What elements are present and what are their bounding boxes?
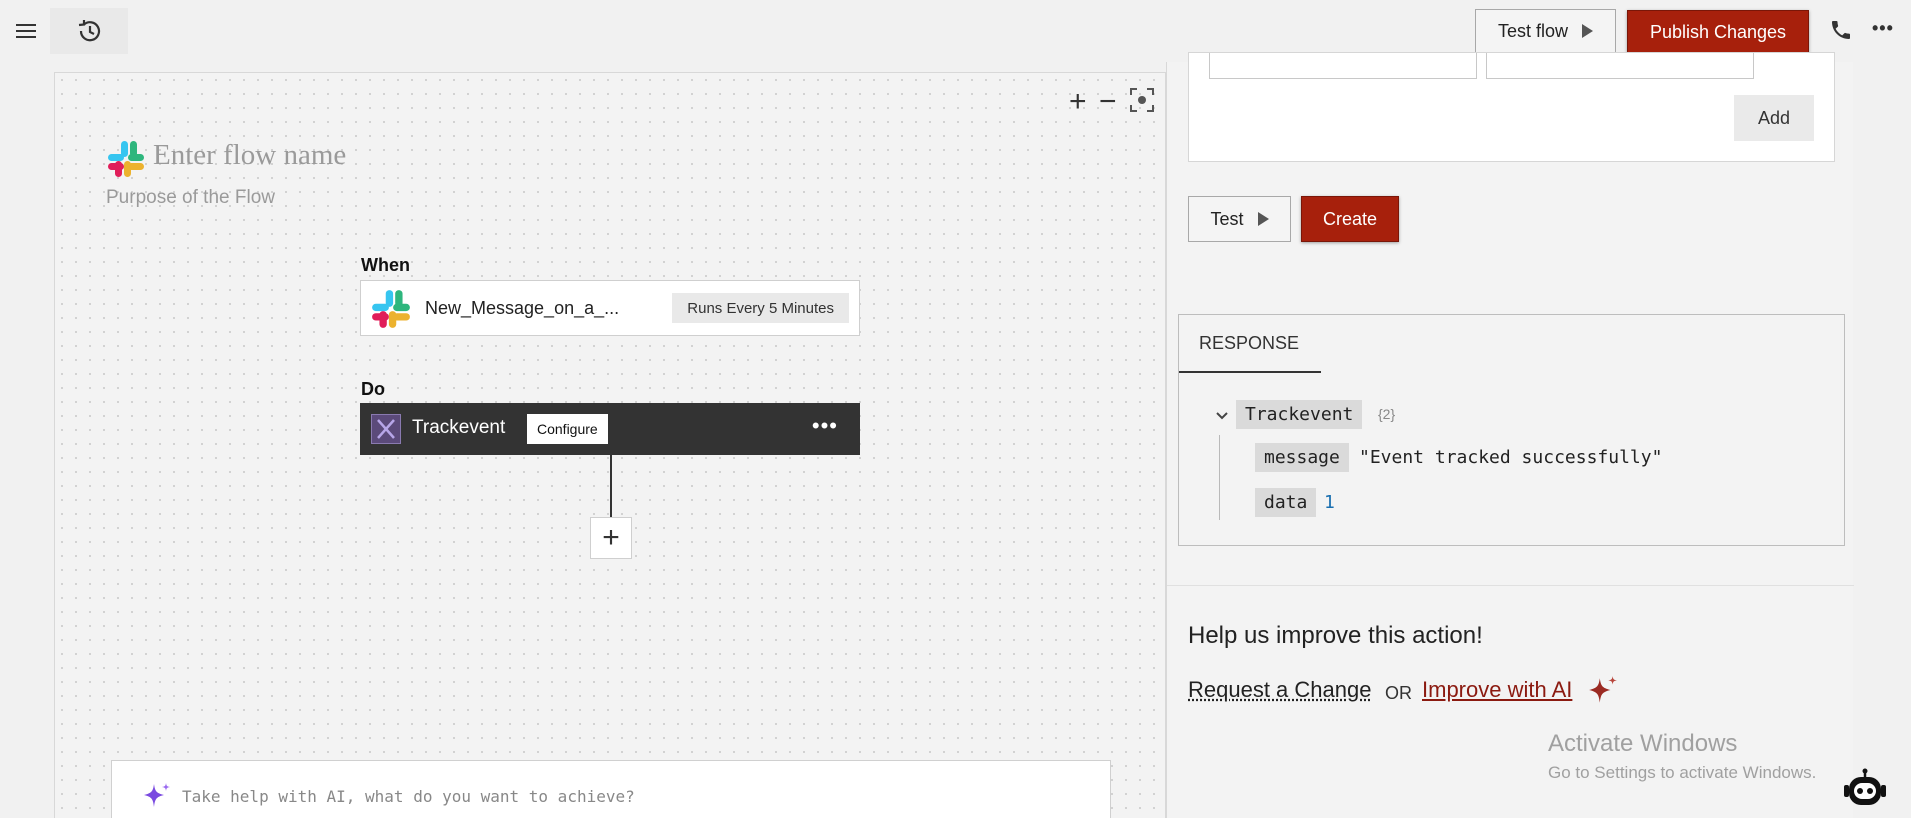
json-key-message: message (1255, 443, 1349, 472)
when-label: When (361, 255, 410, 276)
do-label: Do (361, 379, 385, 400)
trigger-name: New_Message_on_a_... (425, 298, 619, 319)
ai-sparkle-red-icon (1587, 674, 1619, 706)
windows-watermark-subtitle: Go to Settings to activate Windows. (1548, 763, 1816, 783)
more-options-button[interactable]: ••• (1872, 18, 1904, 46)
improve-with-ai-link[interactable]: Improve with AI (1422, 677, 1572, 703)
zoom-in-button[interactable]: + (1069, 87, 1087, 117)
response-panel: RESPONSE Trackevent {2} message "Event t… (1178, 314, 1845, 546)
json-tree-line (1219, 435, 1220, 520)
flow-name-input[interactable]: Enter flow name (153, 139, 346, 172)
create-label: Create (1323, 209, 1377, 230)
app-root: Test flow Publish Changes ••• + − Enter … (0, 0, 1911, 818)
json-root-key: Trackevent (1236, 400, 1362, 429)
add-step-button[interactable]: + (590, 517, 632, 559)
flow-canvas[interactable]: + − Enter flow name Purpose of the Flow … (54, 72, 1166, 818)
action-card[interactable]: Trackevent Configure ••• (360, 403, 860, 455)
schedule-badge: Runs Every 5 Minutes (672, 293, 849, 323)
test-button[interactable]: Test (1188, 196, 1291, 242)
chatbot-button[interactable] (1842, 768, 1888, 808)
json-root-count: {2} (1378, 406, 1395, 422)
help-title: Help us improve this action! (1188, 622, 1483, 650)
zoom-out-button[interactable]: − (1099, 87, 1117, 117)
call-button[interactable] (1829, 18, 1857, 46)
windows-watermark-title: Activate Windows (1548, 730, 1737, 758)
slack-logo-icon (106, 139, 146, 179)
flow-purpose-input[interactable]: Purpose of the Flow (106, 187, 275, 209)
json-key-data: data (1255, 488, 1316, 517)
action-name: Trackevent (412, 417, 505, 439)
trigger-card[interactable]: New_Message_on_a_... Runs Every 5 Minute… (360, 280, 860, 336)
json-value-message: "Event tracked successfully" (1359, 447, 1662, 468)
fit-view-icon (1129, 87, 1155, 113)
history-icon (75, 17, 103, 45)
zoom-in-icon: + (1069, 85, 1087, 118)
create-button[interactable]: Create (1301, 196, 1399, 242)
form-field-value[interactable] (1486, 53, 1754, 79)
play-icon (1258, 212, 1269, 226)
add-button[interactable]: Add (1734, 95, 1814, 141)
ai-sparkle-icon (142, 781, 172, 811)
menu-button[interactable] (10, 12, 42, 50)
panel-divider (1167, 585, 1854, 586)
publish-label: Publish Changes (1650, 22, 1786, 43)
action-config-panel: Add Test Create RESPONSE Trackevent {2} … (1166, 62, 1853, 818)
form-field-key[interactable] (1209, 53, 1477, 79)
zoom-out-icon: − (1099, 85, 1117, 118)
action-more-icon[interactable]: ••• (812, 415, 838, 437)
test-flow-label: Test flow (1498, 21, 1568, 42)
or-label: OR (1385, 683, 1412, 704)
form-card: Add (1188, 52, 1835, 162)
trackevent-icon (371, 414, 401, 444)
ai-prompt-bar (111, 760, 1111, 818)
request-change-link[interactable]: Request a Change (1188, 677, 1371, 703)
test-label: Test (1210, 209, 1243, 230)
json-value-data: 1 (1324, 492, 1335, 513)
plus-icon: + (602, 521, 620, 555)
phone-icon (1829, 18, 1853, 42)
chevron-down-icon[interactable] (1215, 411, 1229, 421)
test-flow-button[interactable]: Test flow (1475, 9, 1616, 53)
history-button[interactable] (50, 8, 128, 54)
more-options-icon: ••• (1872, 18, 1894, 38)
slack-icon (370, 288, 412, 330)
flow-connector (610, 455, 612, 517)
hamburger-icon (15, 22, 37, 40)
tab-response-label: RESPONSE (1199, 333, 1299, 354)
fit-view-button[interactable] (1129, 87, 1155, 113)
robot-icon (1842, 768, 1888, 808)
ai-prompt-input[interactable] (182, 783, 1062, 809)
configure-button[interactable]: Configure (527, 414, 608, 444)
publish-changes-button[interactable]: Publish Changes (1627, 10, 1809, 54)
play-icon (1582, 24, 1593, 38)
tab-response[interactable]: RESPONSE (1179, 315, 1321, 373)
